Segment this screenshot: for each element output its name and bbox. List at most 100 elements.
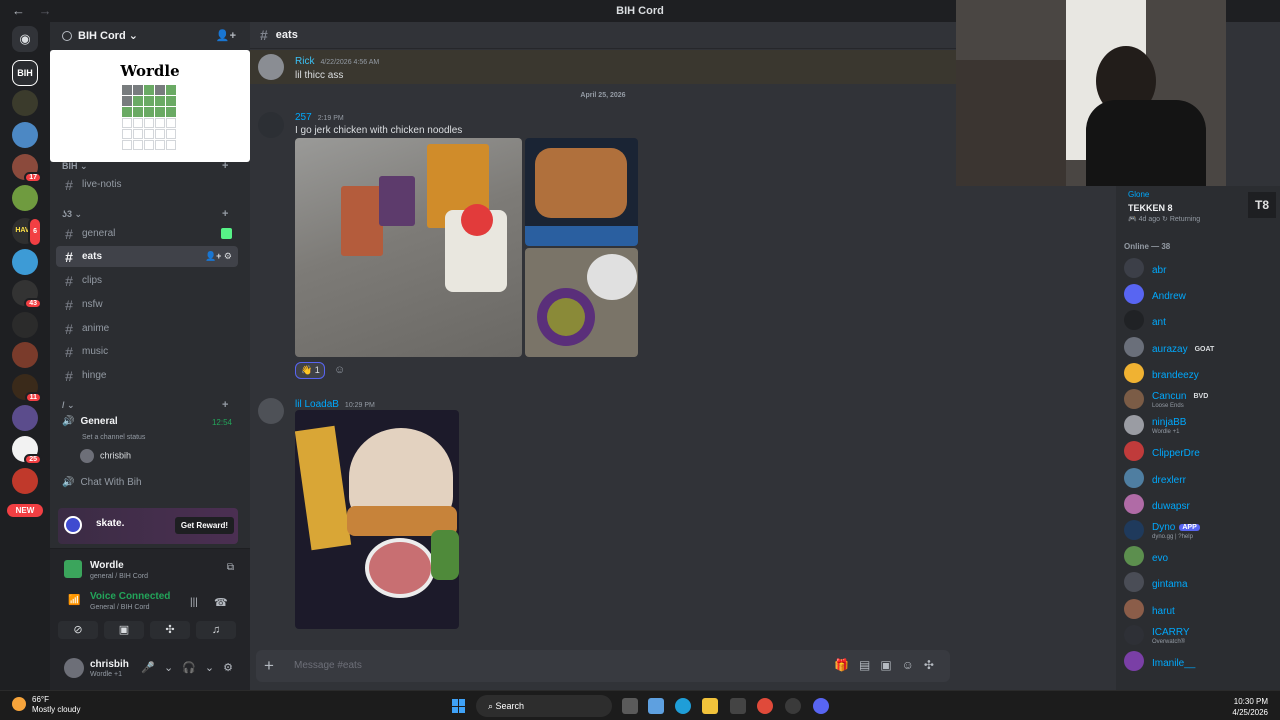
reaction-chip[interactable]: 👋 1 (295, 362, 325, 379)
set-channel-status[interactable]: Set a channel status (82, 434, 264, 441)
member-row[interactable]: gintama (1124, 570, 1274, 594)
get-reward-button[interactable]: Get Reward! (174, 517, 234, 534)
message[interactable]: Rick 4/22/2026 4:56 AM lil thicc ass (250, 50, 956, 84)
channel-general[interactable]: # general (56, 223, 238, 244)
server-icon[interactable]: 25 (12, 436, 42, 465)
message-input[interactable]: Message #eats (294, 660, 362, 671)
member-row[interactable]: brandeezy (1124, 361, 1274, 385)
server-icon-bih[interactable]: BIH (12, 60, 38, 86)
category-header[interactable]: / ⌄ + (62, 399, 228, 411)
channel-clips[interactable]: # clips (56, 270, 238, 291)
channel-live-notis[interactable]: # live-notis (56, 174, 238, 195)
server-icon[interactable] (12, 185, 38, 211)
channel-music[interactable]: # music (56, 341, 238, 362)
new-pill[interactable]: NEW (7, 504, 43, 517)
user-info[interactable]: chrisbih Wordle +1 🎤⌄🎧⌄⚙ (60, 651, 244, 685)
message-author[interactable]: Rick (295, 56, 314, 67)
discord-home-icon[interactable]: ◉ (12, 26, 38, 52)
member-row[interactable]: Cancun BVD Loose Ends (1124, 387, 1274, 411)
member-row[interactable]: drexlerr (1124, 466, 1274, 490)
member-row[interactable]: Andrew (1124, 282, 1274, 306)
member-row[interactable]: duwapsr (1124, 492, 1274, 516)
add-channel-icon[interactable]: + (222, 160, 228, 172)
image-attachment[interactable] (525, 138, 638, 246)
category-header[interactable]: BIH ⌄ + (62, 160, 228, 172)
chrome-icon[interactable] (757, 698, 773, 714)
camera-button[interactable]: ⊘ (58, 621, 98, 639)
member-row[interactable]: Imanile__ (1124, 649, 1274, 673)
voice-channel-chat-with-bih[interactable]: 🔊 Chat With Bih (56, 477, 238, 495)
message[interactable]: lil LoadaB 10:29 PM (250, 394, 956, 634)
channel-hinge[interactable]: # hinge (56, 365, 238, 386)
message-author[interactable]: lil LoadaB (295, 399, 339, 410)
windows-start-icon[interactable] (452, 699, 466, 713)
soundboard-button[interactable]: ♫ (196, 621, 236, 639)
member-row[interactable]: ninjaBB Wordle +1 (1124, 413, 1274, 437)
member-row[interactable]: ClipperDre (1124, 439, 1274, 463)
current-activity[interactable]: Wordle general / BIH Cord ⧉ (58, 553, 242, 583)
obs-icon[interactable] (785, 698, 801, 714)
add-channel-icon[interactable]: + (222, 208, 228, 220)
copilot-icon[interactable] (648, 698, 664, 714)
channel-nsfw[interactable]: # nsfw (56, 294, 238, 315)
screen-share-button[interactable]: ▣ (104, 621, 144, 639)
upload-plus-icon[interactable]: + (264, 656, 274, 676)
member-row[interactable]: harut (1124, 597, 1274, 621)
wordle-activity-card[interactable]: Wordle (50, 50, 250, 162)
voice-connected-label[interactable]: Voice Connected (90, 591, 170, 602)
task-view-icon[interactable] (622, 698, 638, 714)
category-header[interactable]: ʖ3 ⌄ + (62, 208, 228, 220)
avatar[interactable] (258, 54, 284, 80)
message[interactable]: 257 2:19 PM I go jerk chicken with chicke… (250, 108, 956, 378)
server-icon[interactable] (12, 468, 38, 494)
leave-activity-icon[interactable]: ⧉ (227, 562, 234, 573)
server-icon[interactable]: HAVN 6 (12, 217, 42, 247)
activities-button[interactable]: ✣ (150, 621, 190, 639)
add-reaction-icon[interactable]: ☺ (334, 364, 345, 376)
server-icon[interactable]: 11 (12, 374, 42, 403)
member-row[interactable]: evo (1124, 544, 1274, 568)
game-activity[interactable]: Glone TEKKEN 8 🎮 4d ago ↻ Returning T8 (1122, 188, 1280, 230)
add-channel-icon[interactable]: + (222, 399, 228, 411)
user-controls[interactable]: 🎤⌄🎧⌄⚙ (141, 661, 242, 674)
server-icon[interactable]: 17 (12, 154, 42, 183)
channel-eats[interactable]: # eats 👤+ ⚙ (56, 246, 238, 267)
system-clock[interactable]: 10:30 PM 4/25/2026 (1232, 696, 1268, 718)
avatar[interactable] (258, 398, 284, 424)
server-icon[interactable]: 43 (12, 280, 42, 309)
disconnect-icon[interactable]: ☎ (214, 596, 228, 609)
server-icon[interactable] (12, 90, 38, 116)
server-icon[interactable] (12, 342, 38, 368)
image-attachment[interactable] (525, 248, 638, 357)
activity-promo-banner[interactable]: skate. Get Reward! (58, 508, 238, 544)
member-row[interactable]: Dyno APP dyno.gg | ?help (1124, 518, 1274, 542)
server-header[interactable]: BIH Cord ⌄ 👤+ (50, 22, 250, 49)
member-row[interactable]: ant (1124, 308, 1274, 332)
discord-taskbar-icon[interactable] (813, 698, 829, 714)
server-icon[interactable] (12, 122, 38, 148)
voice-member[interactable]: chrisbih (80, 449, 262, 467)
voice-channel-general[interactable]: 🔊 General 12:54 (56, 416, 238, 434)
game-status: 🎮 4d ago ↻ Returning (1128, 216, 1201, 223)
member-row[interactable]: ICARRY Overwatch® (1124, 623, 1274, 647)
weather-widget[interactable]: 66°F Mostly cloudy (32, 695, 80, 715)
message-composer[interactable]: + Message #eats 🎁▤▣☺✣ (256, 650, 950, 682)
edge-icon[interactable] (675, 698, 691, 714)
add-member-icon[interactable]: 👤+ (216, 29, 236, 42)
image-attachment[interactable] (295, 410, 459, 629)
image-attachment[interactable] (295, 138, 522, 357)
channel-settings-icons[interactable]: 👤+ ⚙ (205, 251, 232, 262)
taskbar-search[interactable]: ⌕ Search (476, 695, 612, 717)
member-row[interactable]: aurazay GOAT (1124, 335, 1274, 359)
server-icon[interactable] (12, 249, 38, 275)
avatar[interactable] (258, 112, 284, 138)
server-icon[interactable] (12, 405, 38, 431)
noise-suppression-icon[interactable]: ||| (190, 597, 198, 608)
server-icon[interactable] (12, 312, 38, 338)
member-row[interactable]: abr (1124, 256, 1274, 280)
store-icon[interactable] (730, 698, 746, 714)
file-explorer-icon[interactable] (702, 698, 718, 714)
composer-tool-icons[interactable]: 🎁▤▣☺✣ (834, 658, 944, 672)
message-author[interactable]: 257 (295, 112, 312, 123)
channel-anime[interactable]: # anime (56, 318, 238, 339)
